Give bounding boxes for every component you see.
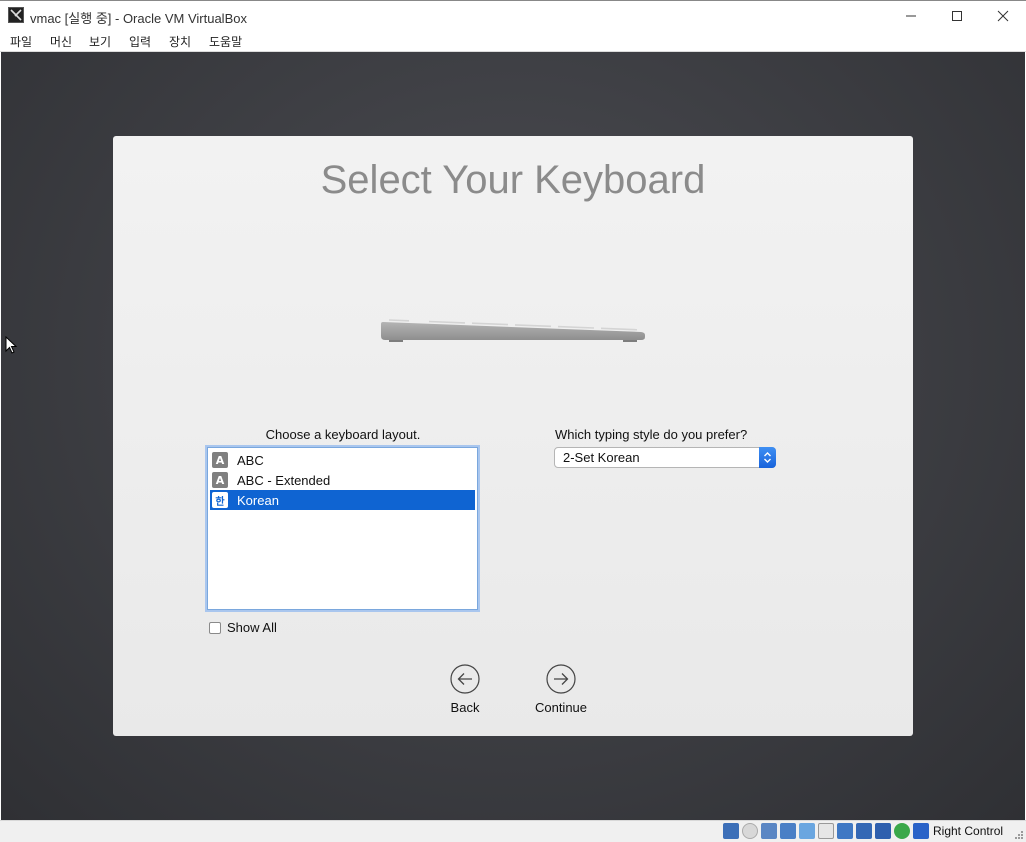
- virtualbox-app-icon: [8, 7, 24, 23]
- layout-item-abc-extended[interactable]: A ABC - Extended: [210, 470, 475, 490]
- video-capture-icon[interactable]: [856, 823, 872, 839]
- continue-label: Continue: [534, 700, 588, 715]
- typing-style-select[interactable]: 2-Set Korean: [554, 447, 776, 468]
- close-icon: [997, 10, 1009, 22]
- layout-list-label: Choose a keyboard layout.: [265, 427, 421, 442]
- vm-display[interactable]: Select Your Keyboard Choose a keyboard l…: [1, 52, 1025, 820]
- usb-icon[interactable]: [799, 823, 815, 839]
- layout-item-label: Korean: [237, 492, 279, 508]
- hard-disk-icon[interactable]: [723, 823, 739, 839]
- maximize-button[interactable]: [934, 1, 980, 31]
- back-label: Back: [450, 700, 480, 715]
- optical-disk-icon[interactable]: [742, 823, 758, 839]
- shared-folders-icon[interactable]: [818, 823, 834, 839]
- window-title: vmac [실행 중] - Oracle VM VirtualBox: [30, 11, 247, 26]
- maximize-icon: [952, 11, 962, 21]
- resize-grip-icon[interactable]: [1014, 830, 1024, 840]
- typing-style-value: 2-Set Korean: [563, 450, 640, 465]
- input-source-korean-icon: 한: [212, 492, 228, 508]
- menu-bar: 파일 머신 보기 입력 장치 도움말: [0, 30, 1026, 52]
- status-bar: Right Control: [0, 820, 1026, 842]
- typing-style-label: Which typing style do you prefer?: [555, 427, 748, 442]
- keyboard-capture-icon[interactable]: [913, 823, 929, 839]
- page-title: Select Your Keyboard: [320, 158, 706, 202]
- select-arrows-icon: [759, 447, 776, 468]
- layout-item-label: ABC: [237, 452, 264, 468]
- arrow-left-circle-icon: [450, 664, 480, 694]
- menu-view[interactable]: 보기: [89, 33, 111, 50]
- menu-input[interactable]: 입력: [129, 33, 151, 50]
- audio-icon[interactable]: [761, 823, 777, 839]
- layout-item-korean[interactable]: 한 Korean: [210, 490, 475, 510]
- mouse-cursor-icon: [5, 336, 17, 354]
- installer-panel: Select Your Keyboard Choose a keyboard l…: [113, 136, 913, 736]
- menu-help[interactable]: 도움말: [209, 33, 242, 50]
- virtualization-icon[interactable]: [875, 823, 891, 839]
- menu-devices[interactable]: 장치: [169, 33, 191, 50]
- continue-button[interactable]: Continue: [526, 664, 596, 715]
- device-status-icons: [723, 823, 929, 839]
- show-all-label: Show All: [227, 620, 277, 635]
- minimize-icon: [906, 15, 916, 17]
- layout-item-abc[interactable]: A ABC: [210, 450, 475, 470]
- show-all-checkbox[interactable]: [209, 621, 221, 634]
- window-titlebar[interactable]: vmac [실행 중] - Oracle VM VirtualBox: [0, 0, 1026, 30]
- close-window-button[interactable]: [980, 1, 1026, 31]
- keyboard-illustration-icon: [381, 319, 645, 342]
- minimize-button[interactable]: [888, 1, 934, 31]
- input-source-abc-icon: A: [212, 472, 228, 488]
- menu-machine[interactable]: 머신: [50, 33, 72, 50]
- display-icon[interactable]: [837, 823, 853, 839]
- menu-file[interactable]: 파일: [10, 33, 32, 50]
- keyboard-layout-list[interactable]: A ABC A ABC - Extended 한 Korean: [207, 447, 478, 610]
- layout-item-label: ABC - Extended: [237, 472, 331, 488]
- host-key-label: Right Control: [933, 824, 1004, 838]
- mouse-integration-icon[interactable]: [894, 823, 910, 839]
- back-button[interactable]: Back: [430, 664, 500, 715]
- input-source-abc-icon: A: [212, 452, 228, 468]
- show-all-option[interactable]: Show All: [209, 620, 277, 635]
- arrow-right-circle-icon: [546, 664, 576, 694]
- network-icon[interactable]: [780, 823, 796, 839]
